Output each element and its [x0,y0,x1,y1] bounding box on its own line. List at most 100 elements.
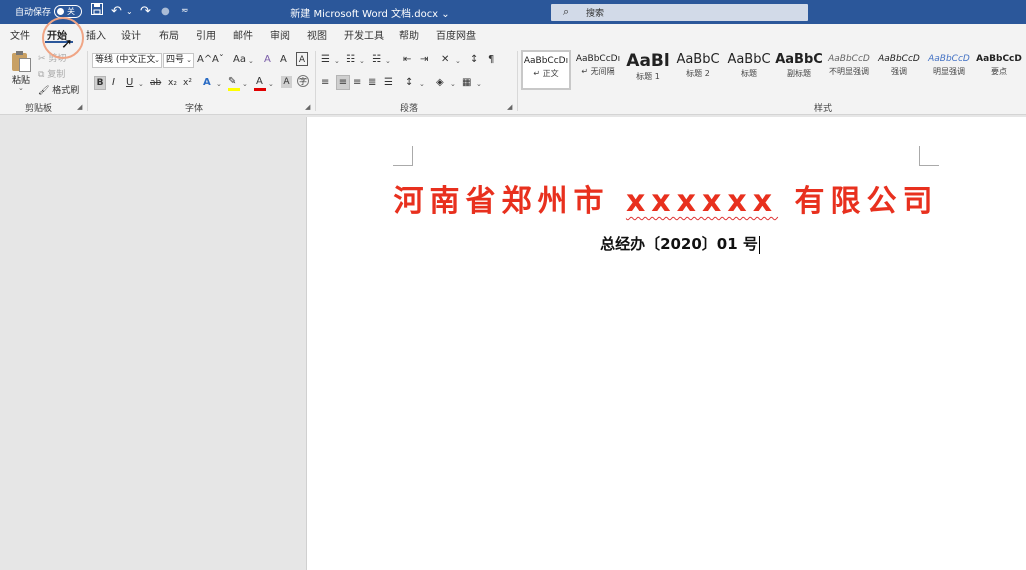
justify-icon[interactable]: ≣ [368,76,376,90]
tab-insert[interactable]: 插入 [86,27,106,42]
paste-dropdown-icon[interactable]: ⌄ [18,84,24,92]
increase-indent-icon[interactable]: ⇥ [420,53,428,67]
chevron-down-icon[interactable]: ⌄ [138,80,144,88]
show-marks-icon[interactable]: ¶ [488,53,494,67]
style-normal[interactable]: AaBbCcDı ↵ 正文 [521,50,571,90]
highlight-color-swatch [228,88,240,91]
tab-view[interactable]: 视图 [307,27,327,42]
copy-label: 复制 [47,70,66,80]
underline-button[interactable]: U [126,76,133,90]
chevron-down-icon[interactable]: ⌄ [268,80,274,88]
subscript-button[interactable]: x₂ [168,76,177,90]
style-name: 不明显强调 [829,67,869,76]
chevron-down-icon[interactable]: ⌄ [455,57,461,65]
align-left-icon[interactable]: ≡ [321,76,329,90]
font-launcher-icon[interactable]: ◢ [305,103,310,111]
tab-baidu-netdisk[interactable]: 百度网盘 [436,27,476,42]
tab-design[interactable]: 设计 [121,27,141,42]
sort-icon[interactable]: ↕ [470,53,478,67]
italic-button[interactable]: I [112,76,115,90]
style-sample: AaBbCcD [928,54,970,64]
style-subtitle[interactable]: AaBbC 副标题 [774,50,824,90]
tab-layout[interactable]: 布局 [159,27,179,42]
document-heading[interactable]: 河南省郑州市 xxxxxx 有限公司 [306,176,1026,220]
ribbon-tabs: 文件 开始 插入 设计 布局 引用 邮件 审阅 视图 开发工具 帮助 百度网盘 [0,24,1026,45]
chevron-down-icon[interactable]: ⌄ [248,57,254,65]
change-case-button[interactable]: Aa [233,53,246,67]
style-title[interactable]: AaBbC 标题 [724,50,774,90]
font-size-select[interactable]: 四号 ⌄ [163,53,194,68]
grow-font-button[interactable]: A^ [197,53,212,67]
group-divider [517,51,518,111]
line-spacing-icon[interactable]: ↕ [405,76,413,90]
clipboard-launcher-icon[interactable]: ◢ [77,103,82,111]
chevron-down-icon[interactable]: ⌄ [385,57,391,65]
shrink-font-button[interactable]: Aˇ [212,53,224,67]
chevron-down-icon[interactable]: ⌄ [476,80,482,88]
chevron-down-icon[interactable]: ⌄ [450,80,456,88]
tab-review[interactable]: 审阅 [270,27,290,42]
chinese-layout-icon[interactable]: ✕ [441,53,449,67]
shading-icon[interactable]: ◈ [436,76,444,90]
bullets-icon[interactable]: ☰ [321,53,330,67]
enclose-characters-button[interactable]: 字 [297,75,309,87]
decrease-indent-icon[interactable]: ⇤ [403,53,411,67]
highlight-icon[interactable]: ✎ [228,75,236,89]
search-box[interactable]: ⌕ 搜索 [551,4,808,21]
paste-icon[interactable] [12,51,32,73]
style-sample: AaBbCcD [828,54,870,64]
distributed-icon[interactable]: ☰ [384,76,393,90]
phonetic-guide-button[interactable]: A [280,53,287,67]
style-name: 标题 1 [636,72,660,81]
font-color-button[interactable]: A [256,75,263,89]
numbering-icon[interactable]: ☷ [346,53,355,67]
search-icon: ⌕ [563,5,570,18]
style-intense-emphasis[interactable]: AaBbCcD 明显强调 [924,50,974,90]
format-painter-button[interactable]: 🖌 格式刷 [38,83,79,96]
ribbon: 粘贴 ⌄ ✂ 剪切 ⧉ 复制 🖌 格式刷 剪贴板 ◢ 等线 (中文正文 ⌄ 四号 ⌄… [0,45,1026,115]
chevron-down-icon[interactable]: ⌄ [419,80,425,88]
chevron-down-icon[interactable]: ⌄ [359,57,365,65]
tab-references[interactable]: 引用 [196,27,216,42]
group-divider [315,51,316,111]
character-shading-button[interactable]: A [281,76,292,88]
font-name-select[interactable]: 等线 (中文正文 ⌄ [92,53,162,68]
style-heading-1[interactable]: AaBl 标题 1 [623,50,673,90]
tab-developer[interactable]: 开发工具 [344,27,384,42]
paragraph-group-label: 段落 [400,104,419,114]
chevron-down-icon[interactable]: ⌄ [216,80,222,88]
document-title-text: 新建 Microsoft Word 文档.docx [290,9,439,20]
character-border-button[interactable]: A [296,52,308,66]
chevron-down-icon[interactable]: ⌄ [242,80,248,88]
document-number-line[interactable]: 总经办〔2020〕01 号 [306,233,1026,254]
text-effects-button[interactable]: A [203,76,211,90]
heading-placeholder: xxxxxx [625,184,779,219]
style-sample: AaBbC [775,52,823,67]
tab-mailings[interactable]: 邮件 [233,27,253,42]
style-no-spacing[interactable]: AaBbCcDı ↵ 无间隔 [573,50,623,90]
style-sample: AaBbC [727,52,771,67]
align-right-icon[interactable]: ≡ [353,76,361,90]
borders-icon[interactable]: ▦ [462,76,471,90]
superscript-button[interactable]: x² [183,76,192,90]
style-subtle-emphasis[interactable]: AaBbCcD 不明显强调 [824,50,874,90]
copy-button[interactable]: ⧉ 复制 [38,67,65,80]
search-placeholder: 搜索 [586,9,605,19]
style-heading-2[interactable]: AaBbC 标题 2 [673,50,723,90]
tab-help[interactable]: 帮助 [399,27,419,42]
clear-formatting-button[interactable]: A [264,53,271,67]
style-strong[interactable]: AaBbCcD 要点 [974,50,1024,90]
tab-file[interactable]: 文件 [10,27,30,42]
multilevel-list-icon[interactable]: ☵ [372,53,381,67]
style-sample: AaBbCcDı [575,54,621,64]
strikethrough-button[interactable]: ab [150,76,161,90]
style-emphasis[interactable]: AaBbCcD 强调 [874,50,924,90]
bold-button[interactable]: B [94,76,106,90]
style-name: 明显强调 [933,67,965,76]
format-painter-label: 格式刷 [52,86,80,96]
group-divider [87,51,88,111]
style-sample: AaBbC [676,52,720,67]
chevron-down-icon[interactable]: ⌄ [334,57,340,65]
align-center-icon[interactable]: ≡ [336,75,350,90]
paragraph-launcher-icon[interactable]: ◢ [507,103,512,111]
